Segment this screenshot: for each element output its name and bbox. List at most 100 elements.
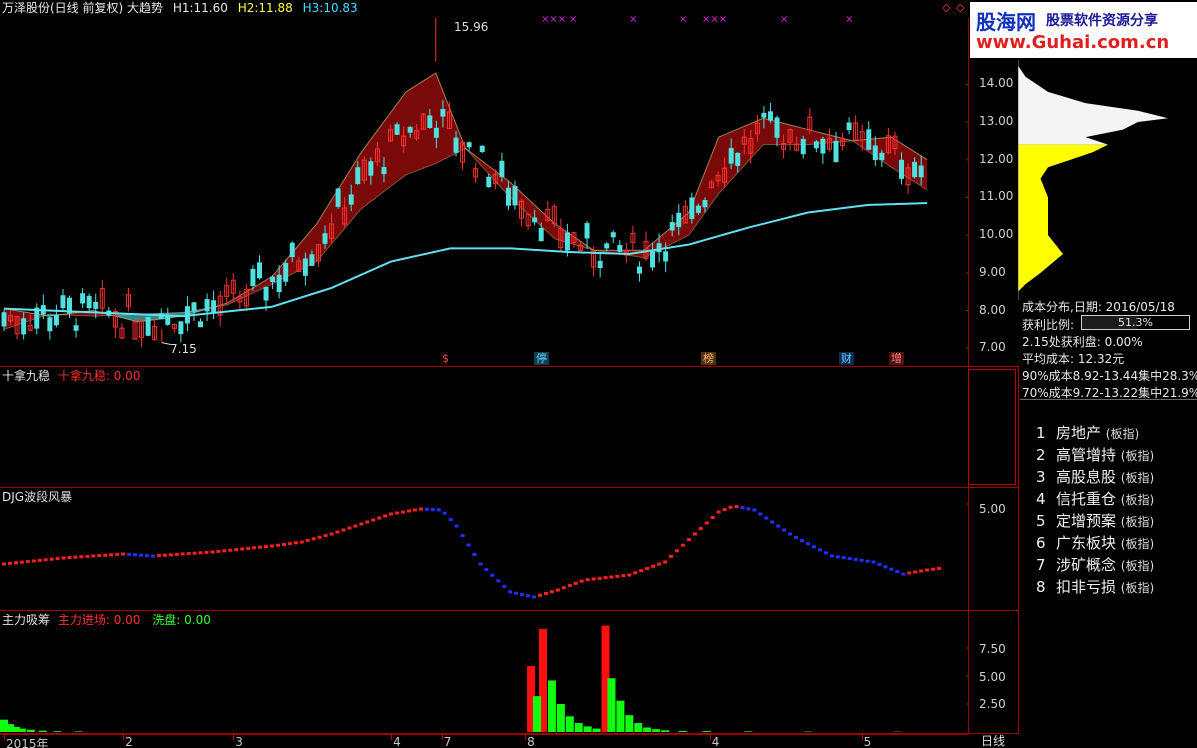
cost-dist-title: 成本分布,日期: 2016/05/18 (1022, 300, 1175, 314)
djg-point (889, 567, 894, 571)
djg-point (931, 567, 936, 571)
djg-point (740, 506, 745, 510)
candle-body (512, 185, 518, 206)
profit-ratio-bar: 51.3% (1081, 315, 1190, 330)
stock-chart-window: { "header": { "title": "万泽股份(日线 前复权) 大趋势… (0, 0, 1197, 748)
panel-2-series-label: 十拿九稳: (57, 369, 110, 383)
djg-point (383, 514, 388, 518)
candlestick-chart[interactable] (0, 18, 968, 366)
diamond-icon[interactable]: ◇ (942, 1, 950, 15)
sector-name: 定增预案 (1056, 512, 1117, 530)
candle-body (250, 268, 256, 286)
x-tick-label: 8 (527, 735, 535, 748)
djg-point (865, 559, 870, 563)
djg-point (228, 548, 233, 552)
logo-slogan: 股票软件资源分享 (1046, 13, 1158, 29)
sector-tag: (板指) (1120, 471, 1155, 485)
candle-body (302, 258, 308, 276)
candle-body (191, 302, 197, 312)
diamond-icon-right[interactable]: ◇ (956, 1, 964, 15)
djg-point (162, 553, 167, 557)
sector-item[interactable]: 8 扣非亏损 (板指) (1036, 576, 1154, 597)
djg-point (800, 539, 805, 543)
sector-item[interactable]: 7 涉矿概念 (板指) (1036, 554, 1154, 575)
djg-point (788, 532, 793, 536)
djg-point (204, 550, 209, 554)
washout-bar (678, 730, 687, 732)
candle-body (368, 161, 374, 176)
djg-point (436, 508, 441, 512)
panel-2 (0, 366, 1019, 488)
period-label[interactable]: 日线 (981, 734, 1005, 748)
candle-body (584, 223, 590, 239)
djg-point (680, 543, 685, 547)
djg-point (460, 534, 465, 537)
sector-tag: (板指) (1120, 449, 1155, 463)
main-force-bar-chart[interactable] (0, 611, 968, 734)
djg-point (538, 593, 542, 597)
sector-item[interactable]: 4 信托重仓 (板指) (1036, 488, 1154, 509)
sector-tag: (板指) (1120, 581, 1155, 595)
h3-label: H3: (302, 1, 324, 15)
djg-point (406, 509, 411, 513)
candle-body (604, 243, 610, 249)
djg-point (180, 552, 185, 556)
candle-body (1, 312, 7, 327)
djg-point (341, 528, 346, 532)
djg-point (752, 508, 757, 512)
sector-name: 高管增持 (1056, 446, 1117, 464)
djg-point (365, 520, 370, 524)
sector-num: 1 (1036, 424, 1046, 442)
panel-3-y-tick: 5.00 (979, 502, 1006, 516)
djg-point (359, 522, 364, 526)
djg-point (311, 537, 316, 541)
djg-point (883, 565, 888, 569)
h2-value: 11.88 (258, 1, 293, 15)
candle-body (427, 115, 433, 128)
djg-point (168, 553, 173, 557)
washout-bar (53, 731, 62, 732)
djg-point (7, 561, 12, 565)
candle-body (656, 243, 662, 253)
candle-body (846, 122, 852, 131)
panel-4-y-tick-1: 7.50 (979, 642, 1006, 656)
panel-2-name: 十拿九稳 (2, 369, 51, 383)
logo-brand: 股海网 (976, 10, 1036, 34)
djg-point (335, 530, 340, 534)
event-label-2[interactable]: 停 (534, 352, 549, 365)
candle-body (820, 138, 826, 154)
event-label-3[interactable]: 榜 (701, 352, 716, 365)
djg-point (514, 591, 519, 595)
candle-body (761, 112, 767, 118)
djg-point (192, 551, 197, 555)
djg-point (674, 549, 679, 553)
event-label-1[interactable]: $ (440, 352, 451, 365)
djg-point (395, 511, 400, 515)
djg-point (323, 534, 328, 538)
event-label-5[interactable]: 增 (889, 352, 904, 365)
sector-item[interactable]: 1 房地产 (板指) (1036, 422, 1139, 443)
sector-item[interactable]: 2 高管增持 (板指) (1036, 444, 1154, 465)
djg-point (401, 510, 406, 514)
sector-name: 房地产 (1056, 424, 1102, 442)
sector-item[interactable]: 6 广东板块 (板指) (1036, 532, 1154, 553)
marker-1: ××× (541, 14, 567, 25)
event-label-4[interactable]: 财 (839, 352, 854, 365)
djg-wave-chart[interactable] (0, 488, 968, 610)
logo-url: www.Guhai.com.cn (976, 32, 1170, 53)
djg-point (490, 573, 495, 577)
djg-point (657, 562, 662, 566)
candle-body (433, 127, 439, 138)
candle-body (866, 129, 872, 150)
profile-profit-area (1018, 144, 1108, 292)
djg-point (508, 590, 513, 594)
candle-body (689, 197, 695, 220)
djg-point (478, 562, 483, 566)
djg-point (806, 542, 810, 546)
price-high-label: 15.96 (454, 20, 489, 34)
candle-body (538, 228, 544, 242)
sector-item[interactable]: 3 高股息股 (板指) (1036, 466, 1154, 487)
sector-item[interactable]: 5 定增预案 (板指) (1036, 510, 1154, 531)
djg-point (925, 568, 930, 572)
x-tick-label: 4 (711, 735, 720, 748)
